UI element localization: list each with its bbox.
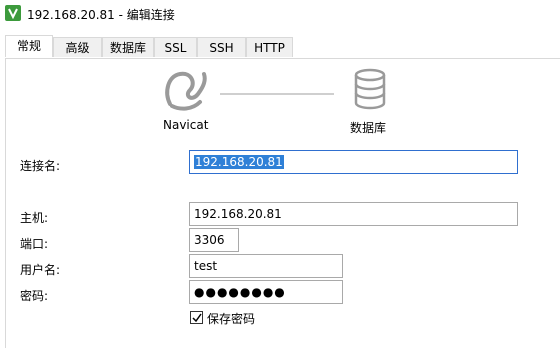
navicat-icon <box>162 68 212 112</box>
username-label: 用户名: <box>20 263 61 277</box>
title-bar: 192.168.20.81 - 编辑连接 <box>0 0 560 28</box>
host-label: 主机: <box>20 211 49 225</box>
tab-ssh[interactable]: SSH <box>197 37 246 57</box>
tab-http[interactable]: HTTP <box>246 37 293 57</box>
password-input[interactable]: ●●●●●●●● <box>189 280 343 304</box>
username-input[interactable]: test <box>189 254 343 278</box>
connection-name-value: 192.168.20.81 <box>194 155 284 169</box>
connection-name-label: 连接名: <box>20 159 61 173</box>
checkmark-icon <box>192 313 202 323</box>
port-label: 端口: <box>20 237 49 251</box>
window-title: 192.168.20.81 - 编辑连接 <box>27 8 175 22</box>
tab-ssl[interactable]: SSL <box>154 37 197 57</box>
tab-advanced[interactable]: 高级 <box>53 37 102 57</box>
tab-strip: 常规 高级 数据库 SSL SSH HTTP <box>0 35 560 58</box>
save-password-label[interactable]: 保存密码 <box>207 310 255 327</box>
connection-line <box>220 93 334 95</box>
client-label: Navicat <box>163 118 209 132</box>
save-password-checkbox[interactable] <box>190 311 203 324</box>
tab-general[interactable]: 常规 <box>5 35 53 57</box>
navicat-app-icon <box>5 5 21 21</box>
port-input[interactable]: 3306 <box>189 228 239 252</box>
database-icon <box>353 68 387 110</box>
host-input[interactable]: 192.168.20.81 <box>189 202 518 226</box>
password-label: 密码: <box>20 289 49 303</box>
tab-databases[interactable]: 数据库 <box>102 37 154 57</box>
connection-name-input[interactable]: 192.168.20.81 <box>189 150 518 174</box>
server-label: 数据库 <box>350 121 387 135</box>
